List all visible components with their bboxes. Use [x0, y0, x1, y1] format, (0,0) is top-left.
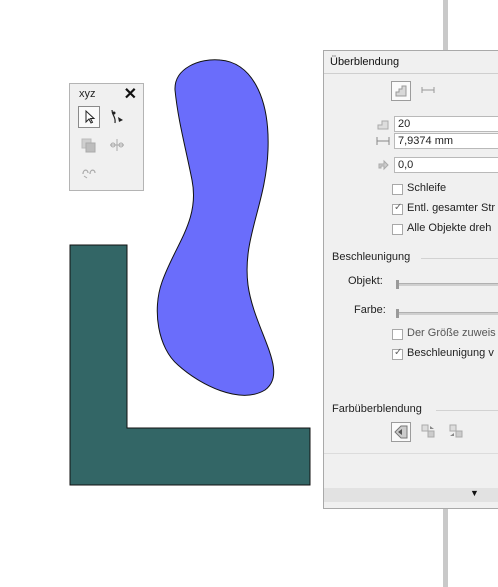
blue-blob-shape[interactable] [156, 59, 275, 396]
loop-checkbox[interactable] [392, 184, 403, 195]
clockwise-blend-icon[interactable] [419, 422, 439, 442]
color-accel-slider-thumb[interactable] [396, 309, 399, 318]
full-path-label: Entl. gesamter Str [407, 202, 496, 214]
rotation-input[interactable]: 0,0 [394, 157, 498, 173]
docker-footer: ▼ [324, 488, 498, 502]
steps-input[interactable]: 20 [394, 116, 498, 132]
loop-label: Schleife [407, 182, 447, 194]
toolbar-title: xyz [79, 88, 96, 100]
color-blend-section-title: Farbüberblendung [332, 403, 422, 415]
steps-icon [376, 117, 390, 134]
full-path-checkbox[interactable] [392, 202, 403, 215]
close-icon[interactable]: ✕ [124, 84, 137, 104]
floating-toolbar: xyz ✕ [69, 83, 144, 191]
blend-tool-icon[interactable] [106, 106, 128, 128]
object-accel-label: Objekt: [348, 275, 383, 287]
docker-title: Überblendung [330, 56, 400, 68]
contour-tool-icon[interactable] [78, 134, 100, 156]
rotate-all-label: Alle Objekte dreh [407, 222, 492, 234]
link-accel-checkbox[interactable] [392, 347, 403, 360]
blend-steps-mode-icon[interactable] [391, 81, 411, 101]
color-accel-label: Farbe: [354, 304, 386, 316]
link-accel-label: Beschleunigung v [407, 347, 494, 359]
spacing-icon [376, 134, 390, 151]
rotate-all-checkbox[interactable] [392, 224, 403, 235]
color-accel-slider[interactable] [396, 312, 498, 315]
pick-tool-icon[interactable] [78, 106, 100, 128]
object-accel-slider[interactable] [396, 283, 498, 286]
direct-blend-icon[interactable] [391, 422, 411, 442]
rotation-icon [376, 158, 390, 175]
blend-docker: Überblendung 20 7,9374 mm 0,0 Schleife E… [323, 50, 498, 509]
distort-tool-icon[interactable] [106, 134, 128, 156]
chevron-down-icon[interactable]: ▼ [470, 488, 479, 498]
section-divider [324, 453, 498, 454]
section-divider [436, 410, 498, 411]
blend-spacing-mode-icon[interactable] [419, 81, 439, 101]
section-divider [421, 258, 498, 259]
counterclockwise-blend-icon[interactable] [447, 422, 467, 442]
acceleration-section-title: Beschleunigung [332, 251, 411, 263]
spacing-input[interactable]: 7,9374 mm [394, 133, 498, 149]
apply-to-size-checkbox[interactable] [392, 329, 403, 340]
envelope-tool-icon[interactable] [78, 162, 100, 184]
docker-header: Überblendung [324, 51, 498, 74]
apply-to-size-label: Der Größe zuweis [407, 327, 496, 339]
object-accel-slider-thumb[interactable] [396, 280, 399, 289]
